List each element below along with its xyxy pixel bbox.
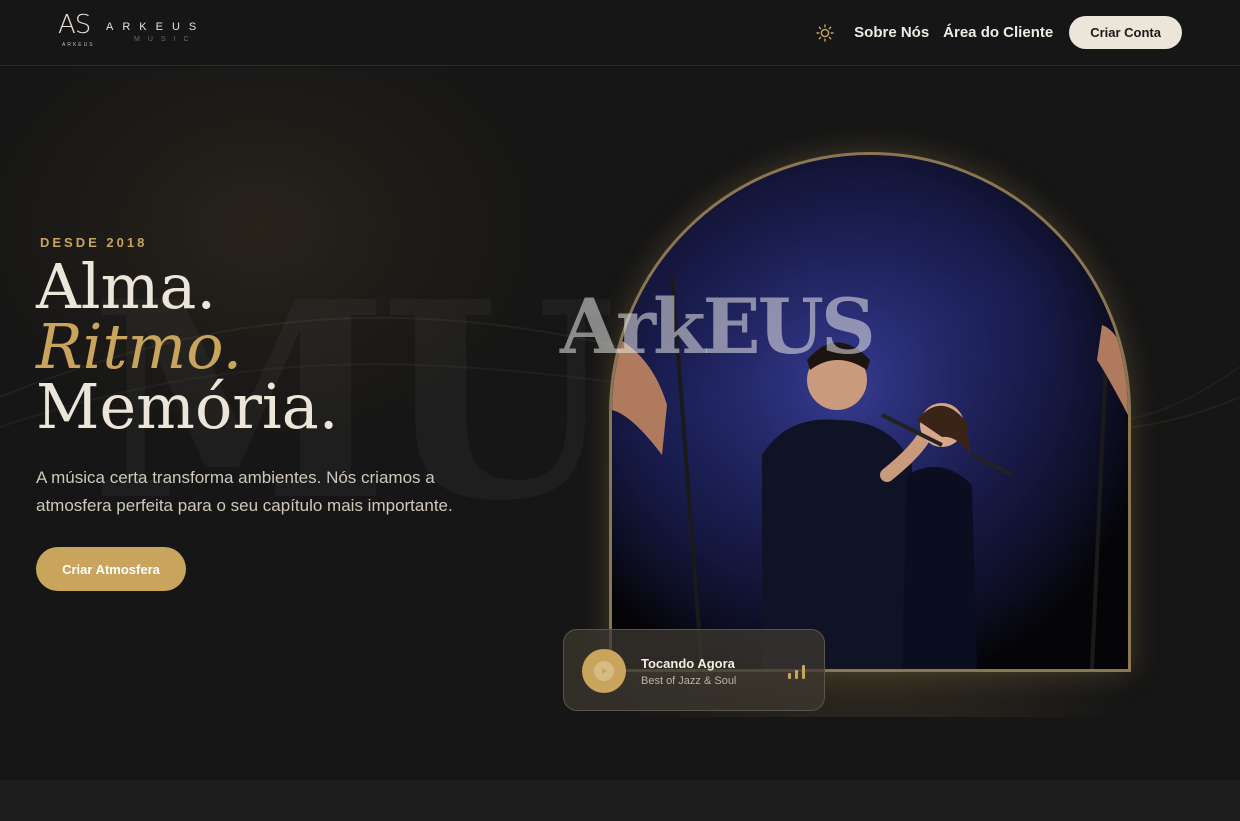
next-section-band — [0, 780, 1240, 821]
headline-line-1: Alma. — [36, 250, 217, 323]
now-playing-title: Tocando Agora — [641, 656, 735, 671]
logo-monogram-sub: ARKEUS — [62, 42, 95, 48]
nav-link-area-do-cliente[interactable]: Área do Cliente — [943, 24, 1053, 41]
sun-icon[interactable] — [814, 22, 836, 44]
hero-eyebrow: DESDE 2018 — [40, 235, 148, 250]
logo-tagline: MUSIC — [134, 36, 197, 43]
logo-monogram: AS — [58, 10, 91, 40]
equalizer-icon — [788, 665, 805, 679]
hero-headline: Alma. Ritmo. Memória. — [36, 250, 339, 443]
hero-section: MUS DESDE 2018 Alma. Ritmo. Memória. A m… — [0, 67, 1240, 780]
site-header: AS ARKEUS ARKEUS MUSIC Sobre Nós Área do… — [0, 0, 1240, 66]
create-account-button[interactable]: Criar Conta — [1069, 16, 1182, 49]
headline-line-2: Ritmo. — [36, 310, 243, 383]
logo[interactable]: AS ARKEUS ARKEUS MUSIC — [58, 10, 228, 54]
performers-illustration — [612, 155, 1128, 669]
hero-image-arch — [609, 152, 1131, 672]
play-icon[interactable] — [582, 649, 626, 693]
main-nav: Sobre Nós Área do Cliente Criar Conta — [814, 16, 1182, 49]
create-atmosphere-button[interactable]: Criar Atmosfera — [36, 547, 186, 591]
image-overlay-text: ArkEUS — [560, 282, 876, 371]
nav-link-sobre-nos[interactable]: Sobre Nós — [854, 24, 929, 41]
now-playing-track: Best of Jazz & Soul — [641, 675, 737, 687]
hero-lead: A música certa transforma ambientes. Nós… — [36, 468, 453, 515]
logo-wordmark: ARKEUS — [106, 21, 206, 33]
now-playing-card: Tocando Agora Best of Jazz & Soul — [563, 629, 825, 711]
headline-line-3: Memória. — [36, 370, 339, 443]
